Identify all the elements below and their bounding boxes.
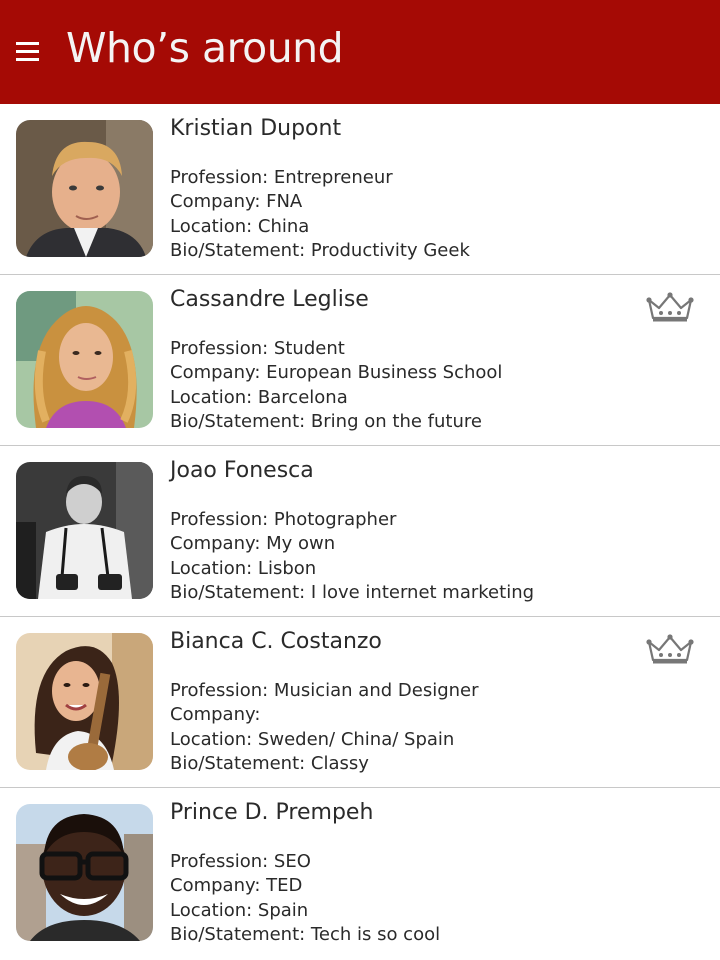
person-bio: Bio/Statement: Productivity Geek [170,239,470,261]
person-company: Company: [170,704,261,726]
person-name: Kristian Dupont [170,116,342,141]
avatar [16,120,153,257]
person-profession: Profession: Entrepreneur [170,167,393,188]
person-company: Company: TED [170,875,303,897]
avatar [16,633,153,770]
list-item[interactable]: Cassandre Leglise Profession: Student Co… [0,275,720,446]
person-details: Profession: Photographer Company: My own… [170,508,534,605]
list-item[interactable]: Kristian Dupont Profession: Entrepreneur… [0,104,720,275]
crown-icon[interactable] [644,632,696,666]
person-profession: Profession: Photographer [170,509,397,530]
person-name: Joao Fonesca [170,458,314,483]
person-bio: Bio/Statement: Bring on the future [170,410,482,432]
avatar [16,291,153,428]
person-company: Company: My own [170,533,336,555]
person-profession: Profession: Musician and Designer [170,680,479,701]
person-bio: Bio/Statement: Tech is so cool [170,923,441,945]
person-location: Location: Sweden/ China/ Spain [170,728,455,750]
menu-icon[interactable] [16,40,40,62]
person-location: Location: Barcelona [170,386,348,408]
person-bio: Bio/Statement: I love internet marketing [170,581,535,603]
person-details: Profession: Entrepreneur Company: FNA Lo… [170,166,470,263]
person-bio: Bio/Statement: Classy [170,752,369,774]
person-name: Prince D. Prempeh [170,800,374,825]
avatar [16,462,153,599]
list-item[interactable]: Joao Fonesca Profession: Photographer Co… [0,446,720,617]
person-profession: Profession: Student [170,338,345,359]
person-company: Company: European Business School [170,362,503,384]
page-title: Who’s around [66,24,344,72]
person-details: Profession: Musician and Designer Compan… [170,679,479,776]
person-details: Profession: Student Company: European Bu… [170,337,502,434]
person-location: Location: Spain [170,899,309,921]
person-details: Profession: SEO Company: TED Location: S… [170,850,440,947]
app-header: Who’s around [0,0,720,104]
list-item[interactable]: Prince D. Prempeh Profession: SEO Compan… [0,788,720,958]
person-name: Bianca C. Costanzo [170,629,382,654]
person-name: Cassandre Leglise [170,287,369,312]
people-list: Kristian Dupont Profession: Entrepreneur… [0,104,720,958]
person-location: Location: Lisbon [170,557,317,579]
avatar [16,804,153,941]
crown-icon[interactable] [644,290,696,324]
person-profession: Profession: SEO [170,851,311,872]
person-company: Company: FNA [170,191,303,213]
person-location: Location: China [170,215,310,237]
list-item[interactable]: Bianca C. Costanzo Profession: Musician … [0,617,720,788]
